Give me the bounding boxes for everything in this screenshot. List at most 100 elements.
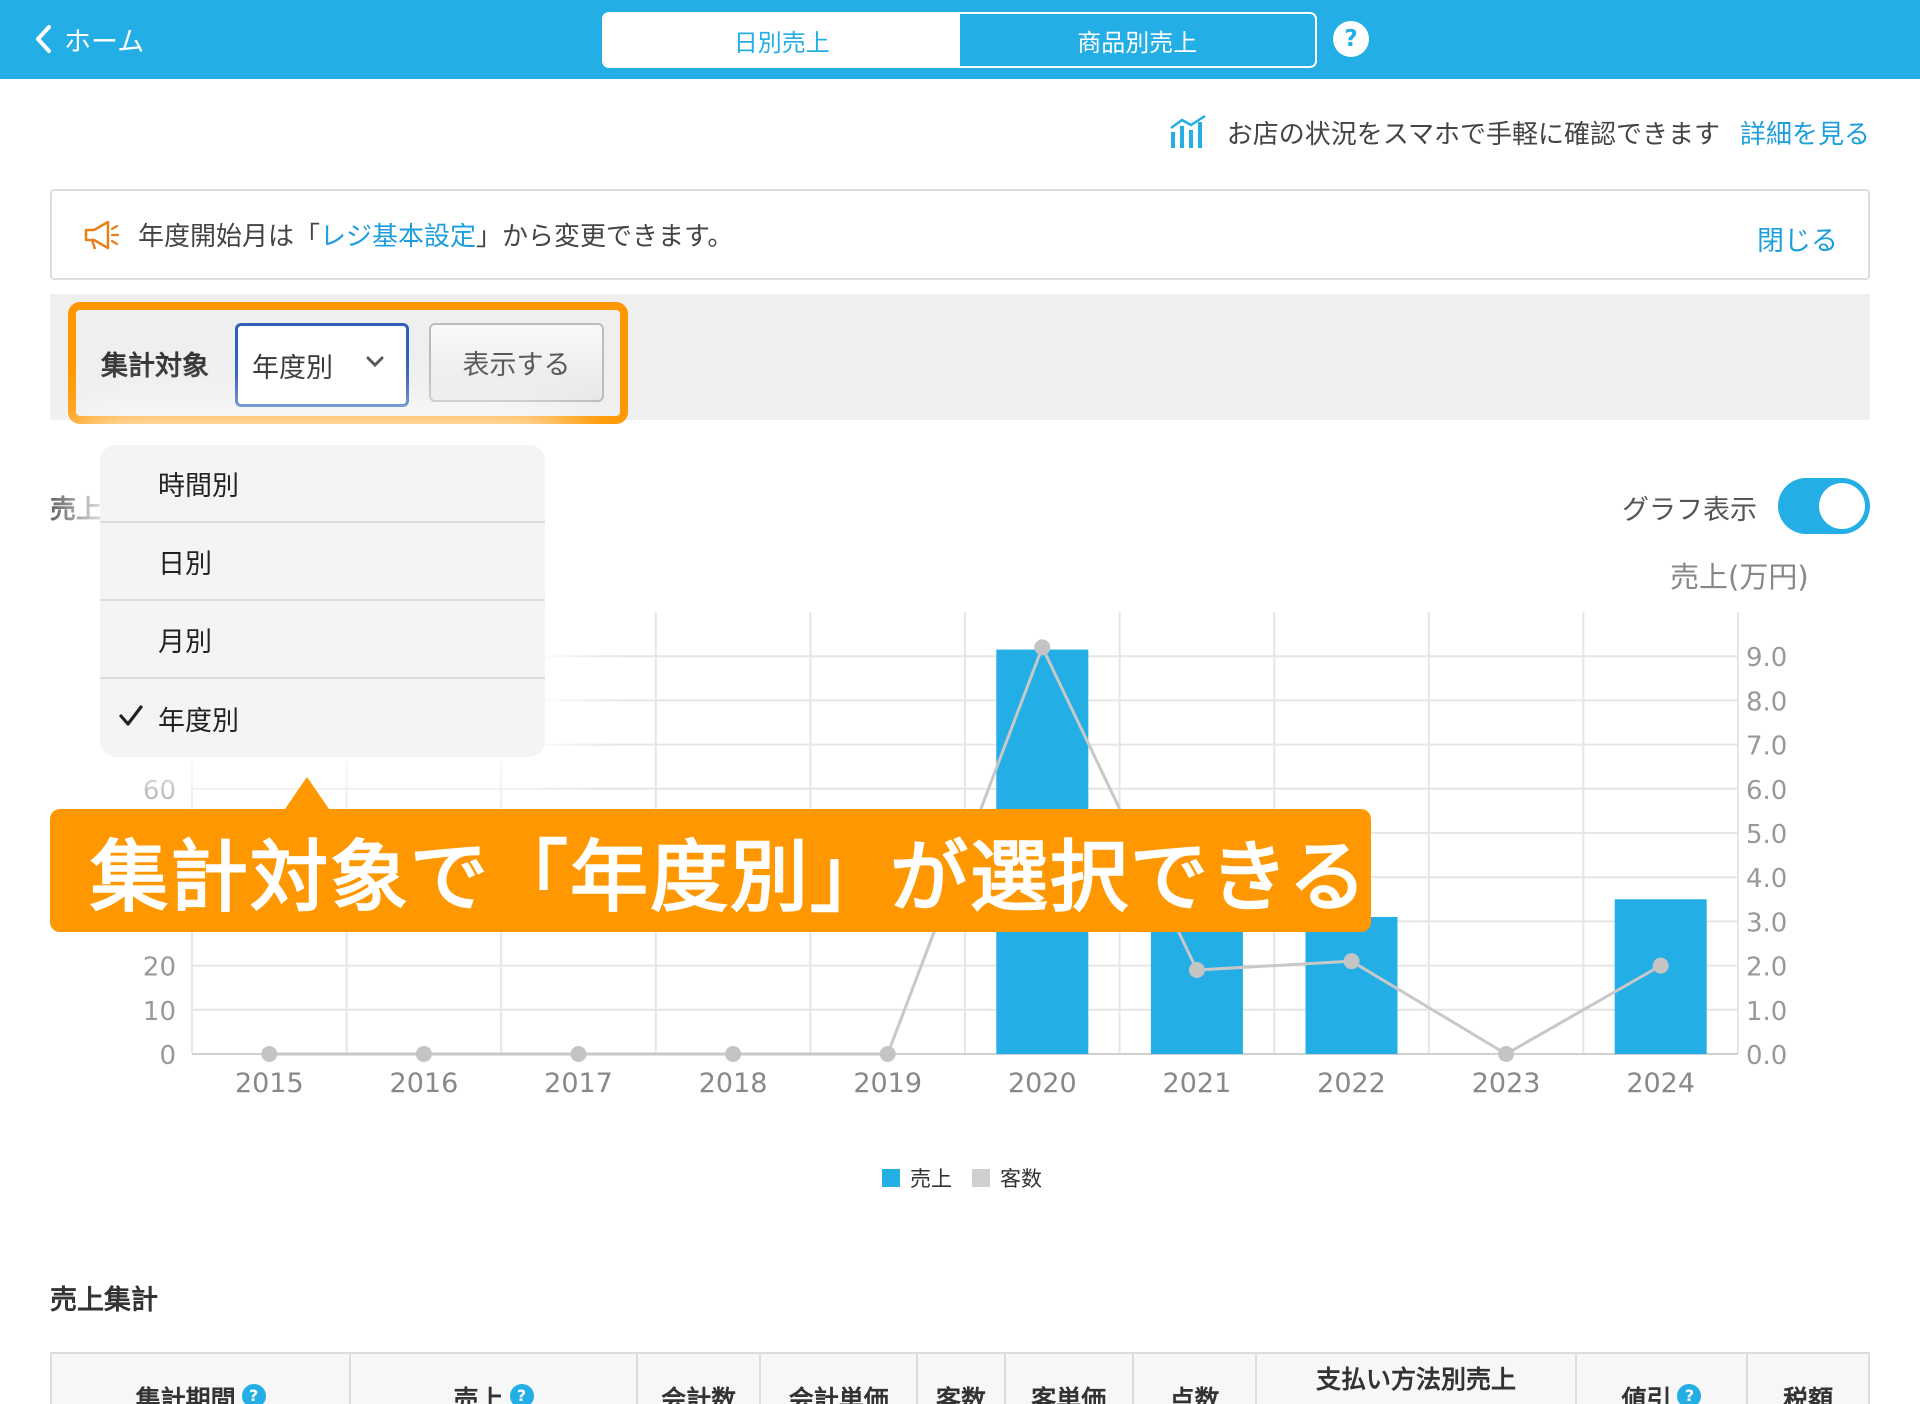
- table-header-label: 値引: [1621, 1385, 1672, 1404]
- tab-product-sales[interactable]: 商品別売上: [960, 14, 1316, 66]
- point-customers-2019: [879, 1046, 896, 1062]
- register-settings-link[interactable]: レジ基本設定: [320, 216, 476, 253]
- summary-section-title: 売上集計: [50, 1285, 158, 1316]
- callout-banner: 集計対象で「年度別」が選択できる: [50, 809, 1371, 932]
- table-header-label: 客数: [936, 1385, 987, 1404]
- x-tick-label: 2022: [1317, 1068, 1386, 1099]
- y-right-tick-label: 3.0: [1746, 908, 1787, 938]
- help-icon[interactable]: ?: [1333, 21, 1369, 57]
- y-right-tick-label: 2.0: [1746, 953, 1787, 983]
- y-left-tick-label: 0: [159, 1041, 176, 1071]
- point-customers-2016: [415, 1046, 432, 1062]
- point-customers-2018: [725, 1046, 742, 1062]
- notice-prefix: 年度開始月は「: [138, 222, 321, 252]
- table-header-cell: 会計数: [638, 1354, 762, 1404]
- promo-text: お店の状況をスマホで手軽に確認できます: [1226, 119, 1720, 150]
- point-customers-2020: [1034, 639, 1051, 656]
- x-tick-label: 2021: [1163, 1068, 1232, 1099]
- table-header-label: 会計数: [661, 1385, 737, 1404]
- legend-label-customers: 客数: [1000, 1167, 1042, 1191]
- legend-label-sales: 売上: [910, 1167, 952, 1191]
- table-header-label: 税額: [1783, 1385, 1834, 1404]
- promo-details-link[interactable]: 詳細を見る: [1740, 114, 1870, 151]
- y-right-tick-label: 9.0: [1746, 643, 1787, 673]
- dropdown-option-hourly[interactable]: 時間別: [100, 445, 545, 523]
- y-left-tick-label: 10: [143, 997, 176, 1027]
- y-left-tick-label: 20: [143, 953, 176, 983]
- y-right-tick-label: 1.0: [1746, 997, 1787, 1027]
- y-right-tick-label: 0.0: [1746, 1041, 1787, 1071]
- point-customers-2021: [1188, 962, 1205, 979]
- x-tick-label: 2016: [390, 1068, 459, 1099]
- table-header-cell: 会計単価: [761, 1354, 919, 1404]
- table-header-cell: 客単価: [1006, 1354, 1134, 1404]
- point-customers-2024: [1652, 957, 1669, 974]
- table-header-cell: 支払い方法別売上: [1257, 1354, 1577, 1404]
- x-tick-label: 2024: [1626, 1068, 1695, 1099]
- dropdown-option-fiscal-year[interactable]: 年度別: [100, 679, 545, 757]
- graph-toggle-label: グラフ表示: [1622, 495, 1757, 526]
- top-bar: ホーム 日別売上 商品別売上 ?: [0, 0, 1920, 79]
- table-header-cell: 客数: [918, 1354, 1006, 1404]
- legend-swatch-sales: [882, 1169, 900, 1187]
- graph-toggle-switch[interactable]: [1778, 478, 1870, 534]
- back-button[interactable]: ホーム: [34, 18, 144, 60]
- help-icon[interactable]: ?: [241, 1384, 266, 1404]
- point-customers-2017: [570, 1046, 587, 1062]
- option-label: 時間別: [158, 470, 239, 502]
- bar-sales-2024: [1614, 899, 1707, 1054]
- x-tick-label: 2017: [544, 1068, 613, 1099]
- notice-suffix: 」から変更できます。: [476, 222, 734, 252]
- chart-legend: 売上 客数: [882, 1163, 1062, 1193]
- table-header-label: 会計単価: [788, 1385, 889, 1404]
- point-customers-2015: [261, 1046, 278, 1062]
- y-right-tick-label: 4.0: [1746, 864, 1787, 894]
- table-header-cell: 税額: [1748, 1354, 1868, 1404]
- table-header-cell: 値引?: [1577, 1354, 1749, 1404]
- notice-close-button[interactable]: 閉じる: [1757, 219, 1838, 258]
- table-header-label: 客単価: [1031, 1385, 1107, 1404]
- chevron-left-icon: [36, 25, 51, 53]
- x-tick-label: 2023: [1472, 1068, 1541, 1099]
- table-header-label: 支払い方法別売上: [1316, 1365, 1517, 1394]
- notice-box: 年度開始月は「 レジ基本設定 」から変更できます。 閉じる: [50, 189, 1870, 280]
- x-tick-label: 2015: [235, 1068, 304, 1099]
- checkmark-icon: [119, 705, 143, 726]
- sales-section-title: 売上: [50, 495, 103, 525]
- callout-pointer: [285, 777, 329, 809]
- back-label: ホーム: [64, 26, 145, 58]
- option-label: 月別: [158, 626, 212, 658]
- option-label: 年度別: [158, 705, 239, 737]
- y-left-tick-label: 60: [143, 776, 176, 806]
- y-right-tick-label: 6.0: [1746, 776, 1787, 806]
- view-tabs: 日別売上 商品別売上: [602, 12, 1317, 68]
- table-header-cell: 売上?: [351, 1354, 638, 1404]
- promo-line: お店の状況をスマホで手軽に確認できます 詳細を見る: [1169, 112, 1870, 152]
- aggregation-dropdown-menu: 時間別 日別 月別 年度別: [100, 445, 545, 757]
- toggle-knob: [1819, 483, 1865, 529]
- bar-chart-icon: [1170, 114, 1206, 148]
- table-header-label: 売上: [453, 1385, 504, 1404]
- option-label: 日別: [158, 548, 212, 580]
- y-right-tick-label: 5.0: [1746, 820, 1787, 850]
- filter-highlight-frame: [68, 302, 628, 424]
- table-header-cell: 点数: [1134, 1354, 1258, 1404]
- help-icon[interactable]: ?: [1677, 1384, 1702, 1404]
- point-customers-2022: [1343, 953, 1360, 970]
- dropdown-option-monthly[interactable]: 月別: [100, 601, 545, 679]
- tab-daily-sales[interactable]: 日別売上: [604, 14, 960, 66]
- right-axis-title: 売上(万円): [1670, 560, 1809, 594]
- table-header-cell: 集計期間?: [52, 1354, 352, 1404]
- bar-sales-2022: [1305, 916, 1398, 1054]
- megaphone-icon: [84, 220, 120, 249]
- legend-swatch-customers: [972, 1169, 990, 1187]
- y-right-tick-label: 8.0: [1746, 687, 1787, 717]
- x-tick-label: 2019: [853, 1068, 922, 1099]
- dropdown-option-daily[interactable]: 日別: [100, 523, 545, 601]
- table-header-label: 集計期間: [135, 1385, 236, 1404]
- x-tick-label: 2018: [699, 1068, 768, 1099]
- summary-table-header: 集計期間? 売上? 会計数 会計単価 客数 客単価 点数 支払い方法別売上 値引? 税額: [50, 1352, 1870, 1404]
- y-right-tick-label: 7.0: [1746, 732, 1787, 762]
- point-customers-2023: [1498, 1046, 1515, 1062]
- help-icon[interactable]: ?: [509, 1384, 534, 1404]
